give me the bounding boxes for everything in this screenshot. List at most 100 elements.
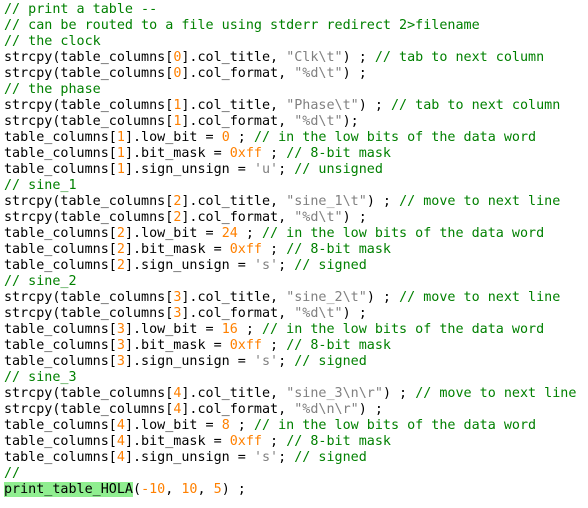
code-line[interactable]: // the clock bbox=[4, 34, 588, 50]
code-editor[interactable]: // print a table --// can be routed to a… bbox=[0, 0, 588, 508]
code-token-code: table_columns[ bbox=[4, 162, 117, 177]
code-line[interactable]: table_columns[1].low_bit = 0 ; // in the… bbox=[4, 130, 588, 146]
code-line[interactable]: table_columns[1].sign_unsign = 'u'; // u… bbox=[4, 162, 588, 178]
code-token-code: ].sign_unsign = bbox=[124, 258, 254, 273]
code-line[interactable]: table_columns[3].bit_mask = 0xff ; // 8-… bbox=[4, 338, 588, 354]
code-token-code: ; bbox=[262, 146, 287, 161]
code-line[interactable]: strcpy(table_columns[0].col_format, "%d\… bbox=[4, 66, 588, 82]
code-token-code: table_columns[ bbox=[4, 322, 117, 337]
code-line[interactable]: // bbox=[4, 466, 588, 482]
code-token-code: ; bbox=[229, 130, 254, 145]
code-token-code: ) ; bbox=[382, 386, 416, 401]
code-line[interactable]: // sine_3 bbox=[4, 370, 588, 386]
code-token-code: strcpy(table_columns[ bbox=[4, 306, 174, 321]
code-line[interactable]: table_columns[2].sign_unsign = 's'; // s… bbox=[4, 258, 588, 274]
code-token-code: ; bbox=[229, 418, 254, 433]
code-token-code: ].col_title, bbox=[181, 290, 287, 305]
code-token-comment: // move to next line bbox=[399, 290, 561, 305]
code-token-comment: // 8-bit mask bbox=[286, 434, 391, 449]
code-token-code: ) ; bbox=[366, 194, 400, 209]
code-token-comment: // in the low bits of the data word bbox=[253, 130, 537, 145]
code-token-comment: // move to next line bbox=[399, 194, 561, 209]
code-token-number: 0xff bbox=[229, 146, 262, 161]
code-token-comment: // sine_1 bbox=[4, 178, 77, 193]
code-line[interactable]: // the phase bbox=[4, 82, 588, 98]
code-token-code: table_columns[ bbox=[4, 338, 117, 353]
code-line[interactable]: // can be routed to a file using stderr … bbox=[4, 18, 588, 34]
code-token-number: 1 bbox=[116, 130, 125, 145]
code-token-comment: // the clock bbox=[4, 34, 101, 49]
code-line[interactable]: table_columns[1].bit_mask = 0xff ; // 8-… bbox=[4, 146, 588, 162]
code-token-code: ].col_format, bbox=[181, 210, 295, 225]
code-token-number: 1 bbox=[116, 146, 125, 161]
code-line[interactable]: table_columns[3].sign_unsign = 's'; // s… bbox=[4, 354, 588, 370]
code-line[interactable]: table_columns[4].bit_mask = 0xff ; // 8-… bbox=[4, 434, 588, 450]
code-token-string: "%d\t" bbox=[294, 114, 343, 129]
code-token-code: ) ; bbox=[342, 210, 367, 225]
code-token-string: "sine_2\t" bbox=[286, 290, 367, 305]
code-token-code: ; bbox=[278, 162, 295, 177]
code-line[interactable]: strcpy(table_columns[1].col_title, "Phas… bbox=[4, 98, 588, 114]
code-token-code: ].sign_unsign = bbox=[124, 450, 254, 465]
code-token-code: table_columns[ bbox=[4, 258, 117, 273]
code-token-number: 2 bbox=[116, 258, 125, 273]
code-token-code: strcpy(table_columns[ bbox=[4, 210, 174, 225]
code-token-code: ) ; bbox=[358, 98, 391, 113]
code-token-comment: // move to next line bbox=[415, 386, 577, 401]
code-token-code: strcpy(table_columns[ bbox=[4, 290, 174, 305]
code-token-code: ) ; bbox=[342, 66, 367, 81]
code-token-comment: // in the low bits of the data word bbox=[262, 226, 545, 241]
code-token-comment: // tab to next column bbox=[391, 98, 561, 113]
code-token-code: ; bbox=[278, 354, 295, 369]
code-token-code: ].low_bit = bbox=[124, 226, 222, 241]
code-token-string: "%d\t" bbox=[294, 210, 343, 225]
code-token-comment: // signed bbox=[294, 354, 367, 369]
code-token-string: "Phase\t" bbox=[286, 98, 359, 113]
code-line[interactable]: strcpy(table_columns[4].col_format, "%d\… bbox=[4, 402, 588, 418]
code-line[interactable]: table_columns[4].low_bit = 8 ; // in the… bbox=[4, 418, 588, 434]
code-line[interactable]: strcpy(table_columns[2].col_title, "sine… bbox=[4, 194, 588, 210]
code-token-comment: // signed bbox=[294, 258, 367, 273]
code-line[interactable]: strcpy(table_columns[3].col_format, "%d\… bbox=[4, 306, 588, 322]
code-line[interactable]: table_columns[3].low_bit = 16 ; // in th… bbox=[4, 322, 588, 338]
code-token-comment: // 8-bit mask bbox=[286, 242, 391, 257]
code-token-number: 0xff bbox=[229, 242, 262, 257]
code-token-code: ; bbox=[278, 258, 295, 273]
code-line[interactable]: table_columns[2].bit_mask = 0xff ; // 8-… bbox=[4, 242, 588, 258]
code-token-code: ) ; bbox=[342, 50, 375, 65]
code-line[interactable]: table_columns[4].sign_unsign = 's'; // s… bbox=[4, 450, 588, 466]
code-token-code: strcpy(table_columns[ bbox=[4, 114, 174, 129]
code-token-string: "%d\t" bbox=[294, 306, 343, 321]
code-line[interactable]: strcpy(table_columns[4].col_title, "sine… bbox=[4, 386, 588, 402]
code-token-comment: // 8-bit mask bbox=[286, 338, 391, 353]
code-token-comment: // sine_3 bbox=[4, 370, 77, 385]
code-line[interactable]: strcpy(table_columns[0].col_title, "Clk\… bbox=[4, 50, 588, 66]
code-token-code: strcpy(table_columns[ bbox=[4, 98, 174, 113]
code-line[interactable]: // print a table -- bbox=[4, 2, 588, 18]
code-line[interactable]: print_table_HOLA(-10, 10, 5) ; bbox=[4, 482, 588, 498]
code-token-code: strcpy(table_columns[ bbox=[4, 402, 174, 417]
code-token-string: 's' bbox=[253, 354, 279, 369]
code-token-code: ; bbox=[262, 434, 287, 449]
code-line[interactable]: table_columns[2].low_bit = 24 ; // in th… bbox=[4, 226, 588, 242]
code-token-comment: // in the low bits of the data word bbox=[253, 418, 537, 433]
code-token-comment: // sine_2 bbox=[4, 274, 77, 289]
code-line[interactable]: strcpy(table_columns[3].col_title, "sine… bbox=[4, 290, 588, 306]
code-token-code: ].sign_unsign = bbox=[124, 162, 254, 177]
code-token-string: 's' bbox=[253, 258, 279, 273]
code-token-string: "%d\n\r" bbox=[294, 402, 359, 417]
code-line[interactable]: // sine_1 bbox=[4, 178, 588, 194]
code-token-code: ].col_title, bbox=[181, 98, 287, 113]
code-token-code: strcpy(table_columns[ bbox=[4, 386, 174, 401]
code-token-code: table_columns[ bbox=[4, 242, 117, 257]
code-token-string: "Clk\t" bbox=[286, 50, 343, 65]
code-token-number: 2 bbox=[116, 226, 125, 241]
code-token-number: 1 bbox=[116, 162, 125, 177]
code-token-code: strcpy(table_columns[ bbox=[4, 66, 174, 81]
code-token-string: 'u' bbox=[253, 162, 279, 177]
code-line[interactable]: strcpy(table_columns[1].col_format, "%d\… bbox=[4, 114, 588, 130]
code-line[interactable]: // sine_2 bbox=[4, 274, 588, 290]
code-token-number: 4 bbox=[116, 450, 125, 465]
code-token-code: strcpy(table_columns[ bbox=[4, 194, 174, 209]
code-line[interactable]: strcpy(table_columns[2].col_format, "%d\… bbox=[4, 210, 588, 226]
